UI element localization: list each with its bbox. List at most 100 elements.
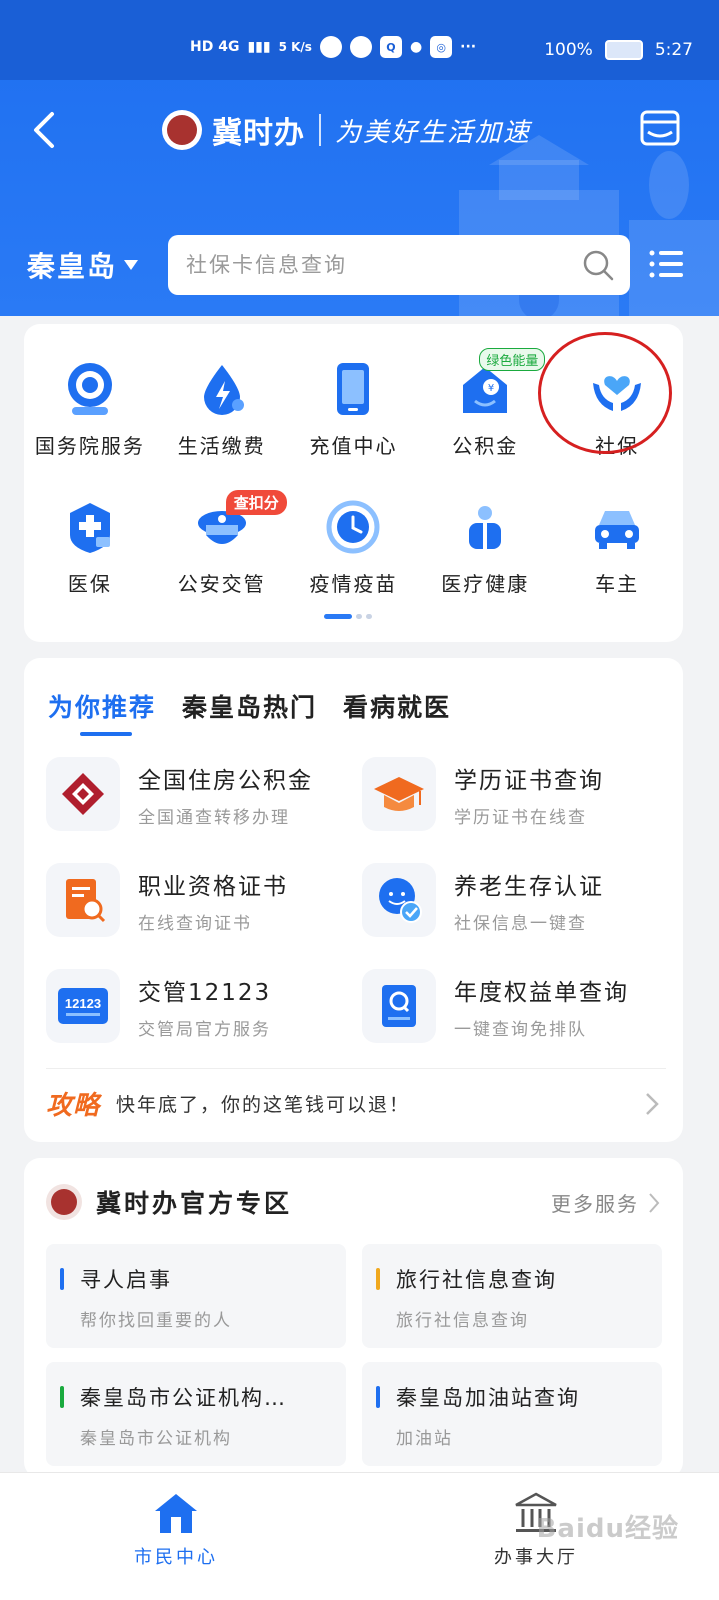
service-housing-fund[interactable]: 绿色能量 ¥ 公积金 xyxy=(419,348,551,459)
status-bar: HD 4G ▮▮▮ 5 K/s Q ● ◎ ··· 100% 5:27 xyxy=(0,0,719,80)
rec-item-pension-auth[interactable]: 养老生存认证 社保信息一键查 xyxy=(362,860,662,940)
clock: 5:27 xyxy=(654,40,693,60)
rec-title: 学历证书查询 xyxy=(454,767,604,794)
service-utility-payment[interactable]: 生活缴费 xyxy=(156,358,288,459)
page-dot xyxy=(366,614,372,619)
rec-subtitle: 全国通查转移办理 xyxy=(138,807,290,828)
app-name: 冀时办 xyxy=(212,116,305,151)
back-arrow-icon xyxy=(34,112,54,148)
zone-item-travel-agency[interactable]: 旅行社信息查询 旅行社信息查询 xyxy=(362,1244,662,1348)
slogan-divider xyxy=(319,114,321,146)
zone-item-gas-station[interactable]: 秦皇岛加油站查询 加油站 xyxy=(362,1362,662,1466)
baidu-watermark: Baidu经验 xyxy=(536,1514,679,1544)
service-label: 医保 xyxy=(67,572,112,596)
home-icon xyxy=(155,1494,197,1533)
rec-title: 全国住房公积金 xyxy=(138,767,313,794)
service-label: 国务院服务 xyxy=(34,434,145,458)
service-car-owner[interactable]: 车主 xyxy=(551,496,683,597)
rec-title: 交管12123 xyxy=(138,979,272,1006)
utility-payment-icon xyxy=(191,358,253,420)
search-input[interactable] xyxy=(186,253,566,277)
health-icon xyxy=(454,496,516,558)
official-zone-card: 冀时办官方专区 更多服务 寻人启事 帮你找回重要的人 旅行社信息查询 旅行社信息… xyxy=(24,1158,683,1478)
zone-item-subtitle: 秦皇岛市公证机构 xyxy=(80,1429,232,1449)
zone-item-subtitle: 帮你找回重要的人 xyxy=(80,1311,232,1331)
accent-bar xyxy=(376,1268,380,1290)
certificate-search-icon xyxy=(46,863,120,937)
nav-label: 办事大厅 xyxy=(494,1547,578,1568)
back-button[interactable] xyxy=(30,105,70,155)
service-health[interactable]: 医疗健康 xyxy=(419,496,551,597)
service-label: 疫情疫苗 xyxy=(309,572,398,596)
menu-button[interactable] xyxy=(648,246,684,282)
green-energy-badge: 绿色能量 xyxy=(479,348,546,371)
status-right: 100% 5:27 xyxy=(544,40,693,60)
rec-item-housing-fund[interactable]: 全国住房公积金 全国通查转移办理 xyxy=(46,754,346,834)
net-speed: 5 K/s xyxy=(278,40,312,54)
card-wallet-button[interactable] xyxy=(638,106,682,150)
rec-title: 职业资格证书 xyxy=(138,873,288,900)
card-wallet-icon xyxy=(640,110,680,146)
app-badge-icon: ◎ xyxy=(430,36,453,58)
accent-bar xyxy=(376,1386,380,1408)
face-verify-icon xyxy=(362,863,436,937)
service-traffic-police[interactable]: 查扣分 公安交管 xyxy=(156,490,288,597)
zone-item-title: 寻人启事 xyxy=(80,1268,172,1292)
official-zone-title: 冀时办官方专区 xyxy=(96,1189,293,1218)
hand-notification-icon xyxy=(349,36,372,58)
tab-recommended[interactable]: 为你推荐 xyxy=(48,688,156,736)
more-services-label: 更多服务 xyxy=(551,1192,639,1216)
accent-bar xyxy=(60,1268,64,1290)
vaccine-icon xyxy=(322,496,384,558)
strategy-tag: 攻略 xyxy=(46,1091,101,1121)
signal-icon: ▮▮▮ xyxy=(247,39,271,55)
rec-title: 年度权益单查询 xyxy=(454,979,629,1006)
rec-item-diploma[interactable]: 学历证书查询 学历证书在线查 xyxy=(362,754,662,834)
medical-insurance-icon xyxy=(59,496,121,558)
accent-bar xyxy=(60,1386,64,1408)
recommend-tabs: 为你推荐 秦皇岛热门 看病就医 xyxy=(48,688,451,736)
rec-item-traffic-12123[interactable]: 12123 交管12123 交管局官方服务 xyxy=(46,966,346,1046)
rec-subtitle: 社保信息一键查 xyxy=(454,913,587,934)
more-notifications-icon: ··· xyxy=(460,39,477,55)
service-vaccine[interactable]: 疫情疫苗 xyxy=(288,496,420,597)
svg-text:12123: 12123 xyxy=(65,996,101,1011)
search-notification-icon: Q xyxy=(379,36,402,58)
graduation-cap-icon xyxy=(362,757,436,831)
service-medical-insurance[interactable]: 医保 xyxy=(24,496,156,597)
app-logo-icon xyxy=(46,1184,82,1220)
search-icon[interactable] xyxy=(582,249,614,281)
chevron-right-icon xyxy=(646,1093,659,1115)
recharge-icon xyxy=(322,358,384,420)
service-recharge[interactable]: 充值中心 xyxy=(288,358,420,459)
housing-fund-logo-icon xyxy=(46,757,120,831)
svg-text:¥: ¥ xyxy=(488,383,494,394)
rec-item-annual-rights[interactable]: 年度权益单查询 一键查询免排队 xyxy=(362,966,662,1046)
page-dot xyxy=(356,614,362,619)
zone-item-subtitle: 旅行社信息查询 xyxy=(396,1311,529,1331)
rec-subtitle: 一键查询免排队 xyxy=(454,1019,587,1040)
rec-item-qualification[interactable]: 职业资格证书 在线查询证书 xyxy=(46,860,346,940)
tab-local-hot[interactable]: 秦皇岛热门 xyxy=(182,688,317,724)
dropdown-triangle-icon xyxy=(124,260,139,270)
more-services-link[interactable]: 更多服务 xyxy=(551,1188,661,1217)
tab-medical[interactable]: 看病就医 xyxy=(343,688,451,724)
check-points-badge: 查扣分 xyxy=(225,490,287,515)
highlight-annotation-circle xyxy=(538,332,672,454)
car-icon xyxy=(586,496,648,558)
nav-citizen-center[interactable]: 市民中心 xyxy=(106,1491,246,1569)
search-bar[interactable] xyxy=(168,235,630,295)
traffic-12123-icon: 12123 xyxy=(46,969,120,1043)
rec-subtitle: 学历证书在线查 xyxy=(454,807,587,828)
app-logo-icon xyxy=(162,110,202,150)
strategy-tip-banner[interactable]: 攻略 快年底了，你的这笔钱可以退！ xyxy=(46,1068,666,1138)
official-zone-header: 冀时办官方专区 xyxy=(46,1184,292,1220)
chevron-right-icon xyxy=(649,1192,660,1213)
zone-item-missing-person[interactable]: 寻人启事 帮你找回重要的人 xyxy=(46,1244,346,1348)
page-indicator xyxy=(324,614,372,619)
battery-percent: 100% xyxy=(544,40,593,60)
service-state-council[interactable]: 国务院服务 xyxy=(24,358,156,459)
city-selector[interactable]: 秦皇岛 xyxy=(27,245,139,285)
zone-item-notary[interactable]: 秦皇岛市公证机构… 秦皇岛市公证机构 xyxy=(46,1362,346,1466)
zone-item-title: 秦皇岛市公证机构… xyxy=(80,1386,287,1410)
